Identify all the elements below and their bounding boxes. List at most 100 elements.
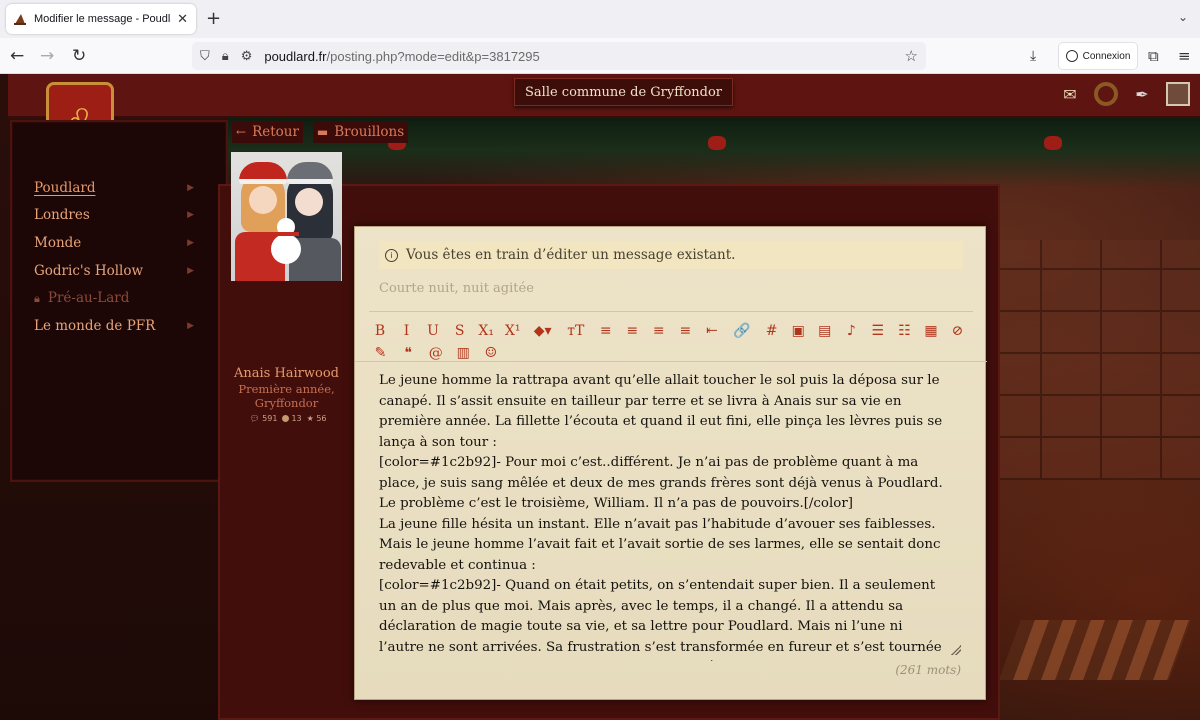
bold-icon[interactable]: B	[369, 321, 391, 341]
address-bar[interactable]: ⛉ 🔒︎ ⚙ poudlard.fr/posting.php?mode=edit…	[192, 42, 926, 70]
url-host: poudlard.fr	[264, 48, 327, 64]
bullet-list-icon[interactable]: ☰	[867, 321, 889, 341]
underline-icon[interactable]: U	[422, 321, 444, 341]
speech-bubble-icon: 💬︎	[249, 414, 260, 423]
room-title[interactable]: Salle commune de Gryffondor	[514, 78, 734, 106]
stars-stat: ★ 56	[306, 414, 327, 423]
coin-icon	[282, 415, 290, 422]
music-icon[interactable]: ♪	[840, 321, 862, 341]
back-button[interactable]: ← Retour	[232, 121, 303, 143]
sidebar-item-londres[interactable]: Londres ▶	[34, 202, 194, 230]
chevron-right-icon: ▶	[187, 210, 194, 221]
justify-icon[interactable]: ≡	[674, 321, 696, 341]
edit-notice: i Vous êtes en train d’éditer un message…	[379, 241, 963, 269]
portrait-icon[interactable]	[1166, 82, 1190, 106]
message-paragraph: Le jeune homme la rattrapa avant qu’elle…	[379, 373, 943, 450]
post-actions: ← Retour ▬ Brouillons	[232, 121, 409, 143]
image-icon[interactable]: ▣	[787, 321, 809, 341]
back-arrow-icon[interactable]: ←	[10, 46, 24, 66]
info-icon: i	[385, 248, 398, 262]
bbcode-toolbar: B I U S X₁ X¹ ◆▾ ᴛT ≡ ≡ ≡ ≡ ⇤ 🔗 # ▣ ▤ ♪ ☰ ☷ ▦ ⊘ ✎ ❝ @ ▥ ☺	[369, 311, 973, 364]
extensions-icon[interactable]: ⧉	[1148, 46, 1159, 66]
template-icon[interactable]: ▥	[452, 343, 475, 363]
sidebar-item-pre-au-lard: 🔒︎ Pré-au-Lard	[34, 290, 130, 307]
sidebar-item-monde[interactable]: Monde ▶	[34, 229, 194, 257]
quill-icon[interactable]: ✒	[1130, 82, 1154, 106]
post-editor: i Vous êtes en train d’éditer un message…	[354, 226, 987, 700]
points-stat: 13	[282, 414, 302, 423]
author-stats: 💬︎ 591 13 ★ 56	[240, 414, 336, 423]
star-icon: ★	[306, 414, 314, 423]
sidebar-item-godrics-hollow[interactable]: Godric's Hollow ▶	[34, 257, 194, 285]
header-icons: ✉ ✒	[1058, 82, 1190, 106]
menu-icon[interactable]: ≡	[1178, 46, 1191, 66]
lock-icon[interactable]: 🔒︎	[222, 48, 229, 64]
color-icon[interactable]: ◆▾	[528, 321, 557, 341]
sidebar: Poudlard ▶ Londres ▶ Monde ▶ Godric's Hollo…	[10, 120, 228, 482]
subscript-icon[interactable]: X₁	[475, 321, 497, 341]
tab-title: Modifier le message - Poudlard.	[34, 13, 171, 25]
envelope-icon[interactable]: ✉	[1058, 82, 1082, 106]
bow-icon	[1044, 136, 1062, 150]
browser-tab-bar: Modifier le message - Poudlard. ✕ + ⌄	[0, 0, 1200, 38]
quote-icon[interactable]: ❝	[397, 343, 420, 363]
message-paragraph: [color=#1c2b92]- Quand on était petits, …	[379, 578, 942, 661]
strike-icon[interactable]: S	[449, 321, 471, 341]
browser-tab[interactable]: Modifier le message - Poudlard. ✕	[6, 4, 196, 34]
emoji-icon[interactable]: ☺	[479, 343, 502, 363]
author-name[interactable]: Anais Hairwood	[231, 366, 342, 381]
account-icon	[1065, 50, 1078, 62]
url-path: /posting.php?mode=edit&p=3817295	[326, 48, 540, 64]
resize-handle-icon[interactable]	[951, 645, 961, 655]
shield-icon[interactable]: ⛉	[200, 48, 210, 64]
posts-stat: 💬︎ 591	[249, 414, 278, 423]
ring-icon[interactable]	[1094, 82, 1118, 106]
message-paragraph: [color=#1c2b92]- Pour moi c’est..différe…	[379, 455, 943, 511]
table-icon[interactable]: ▦	[920, 321, 942, 341]
forward-arrow-icon[interactable]: →	[40, 46, 54, 66]
magic-icon[interactable]: ✎	[369, 343, 392, 363]
hide-icon[interactable]: ⊘	[947, 321, 969, 341]
message-paragraph: La jeune fille hésita un instant. Elle n…	[379, 516, 941, 573]
wizard-hat-icon	[14, 14, 26, 25]
permissions-icon[interactable]: ⚙	[241, 48, 253, 64]
italic-icon[interactable]: I	[396, 321, 418, 341]
connexion-label: Connexion	[1082, 50, 1131, 62]
chessboard	[999, 620, 1191, 680]
subject-input[interactable]: Courte nuit, nuit agitée	[379, 281, 534, 296]
chevron-right-icon: ▶	[187, 320, 194, 331]
link-icon[interactable]: 🔗	[727, 321, 756, 341]
browser-nav-bar: ← → ↻ ⛉ 🔒︎ ⚙ poudlard.fr/posting.php?mod…	[0, 38, 1200, 74]
tab-list-chevron-icon[interactable]: ⌄	[1178, 10, 1188, 24]
arrow-left-icon: ←	[236, 125, 247, 139]
bow-icon	[708, 136, 726, 150]
lock-icon: 🔒︎	[34, 292, 40, 306]
tab-close-icon[interactable]: ✕	[177, 12, 188, 27]
chevron-right-icon: ▶	[187, 265, 194, 276]
message-textarea[interactable]: Le jeune homme la rattrapa avant qu’elle…	[379, 371, 951, 661]
sidebar-item-le-monde-de-pfr[interactable]: Le monde de PFR ▶	[34, 312, 194, 340]
video-icon[interactable]: ▤	[814, 321, 836, 341]
new-tab-button[interactable]: +	[206, 8, 221, 29]
bookmark-star-icon[interactable]: ☆	[905, 47, 918, 65]
mention-icon[interactable]: @	[424, 343, 447, 363]
download-icon[interactable]: ⤓	[1030, 46, 1036, 66]
sidebar-item-poudlard[interactable]: Poudlard ▶	[34, 174, 194, 202]
align-left-icon[interactable]: ≡	[595, 321, 617, 341]
avatar[interactable]	[231, 152, 342, 281]
hashtag-icon[interactable]: #	[761, 321, 783, 341]
numbered-list-icon[interactable]: ☷	[893, 321, 915, 341]
align-right-icon[interactable]: ≡	[648, 321, 670, 341]
brick-wall	[980, 240, 1200, 480]
align-center-icon[interactable]: ≡	[621, 321, 643, 341]
connexion-button[interactable]: Connexion	[1058, 42, 1138, 70]
indent-icon[interactable]: ⇤	[701, 321, 723, 341]
drafts-button[interactable]: ▬ Brouillons	[312, 121, 409, 143]
chevron-right-icon: ▶	[187, 237, 194, 248]
author-rank: Première année, Gryffondor	[238, 382, 335, 410]
chevron-right-icon: ▶	[187, 182, 194, 193]
superscript-icon[interactable]: X¹	[502, 321, 524, 341]
size-icon[interactable]: ᴛT	[562, 321, 591, 341]
word-count: (261 mots)	[895, 663, 961, 677]
reload-icon[interactable]: ↻	[72, 46, 86, 66]
